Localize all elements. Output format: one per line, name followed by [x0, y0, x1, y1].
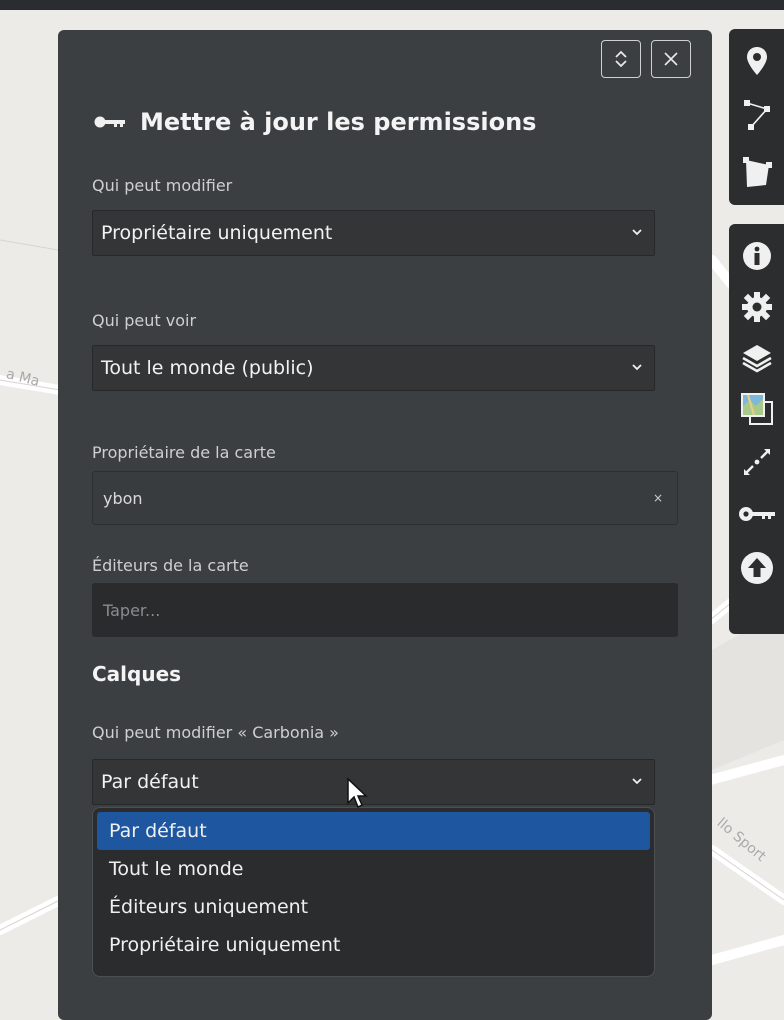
view-permission-label: Qui peut voir	[92, 311, 197, 330]
polyline-icon	[743, 100, 770, 130]
key-icon	[94, 116, 125, 128]
expand-button[interactable]	[601, 40, 641, 78]
dropdown-option[interactable]: Propriétaire uniquement	[97, 926, 650, 964]
draw-polyline-button[interactable]	[729, 93, 784, 137]
editors-placeholder: Taper...	[103, 600, 161, 620]
marker-icon	[746, 47, 767, 75]
edit-permission-select[interactable]: Propriétaire uniquement	[92, 210, 655, 256]
clear-owner-button[interactable]: ×	[653, 491, 663, 505]
layer-permission-dropdown: Par défaut Tout le monde Éditeurs unique…	[92, 807, 655, 977]
dropdown-option[interactable]: Éditeurs uniquement	[97, 888, 650, 926]
upload-icon	[740, 552, 773, 584]
edit-permission-label: Qui peut modifier	[92, 176, 233, 195]
panel-header: Mettre à jour les permissions	[94, 108, 536, 136]
view-permission-select[interactable]: Tout le monde (public)	[92, 345, 655, 391]
editors-label: Éditeurs de la carte	[92, 556, 249, 575]
info-button[interactable]	[729, 234, 784, 278]
settings-button[interactable]	[729, 285, 784, 329]
tilelayer-icon	[740, 393, 773, 425]
owner-field[interactable]: ybon ×	[92, 471, 678, 525]
chevron-down-icon	[632, 229, 642, 236]
mouse-cursor-icon	[347, 777, 368, 809]
center-icon	[743, 449, 770, 475]
draw-marker-button[interactable]	[729, 39, 784, 83]
view-permission-value: Tout le monde (public)	[101, 357, 314, 379]
info-icon	[742, 242, 771, 270]
close-icon	[664, 52, 678, 66]
panel-title: Mettre à jour les permissions	[140, 108, 537, 136]
layer-permission-value: Par défaut	[101, 771, 199, 793]
polygon-icon	[742, 157, 772, 187]
editors-field[interactable]: Taper...	[92, 583, 678, 637]
top-bar	[0, 0, 784, 10]
permissions-panel: Mettre à jour les permissions Qui peut m…	[58, 30, 712, 1020]
chevron-down-icon	[632, 364, 642, 371]
draw-toolbar	[729, 29, 784, 205]
permissions-icon	[738, 507, 775, 521]
owner-label: Propriétaire de la carte	[92, 443, 276, 462]
layer-permission-select[interactable]: Par défaut	[92, 759, 655, 805]
tilelayer-button[interactable]	[729, 386, 784, 432]
permissions-button[interactable]	[729, 492, 784, 536]
close-button[interactable]	[651, 40, 691, 78]
layers-heading: Calques	[92, 662, 182, 686]
settings-toolbar	[729, 224, 784, 634]
dropdown-option[interactable]: Tout le monde	[97, 850, 650, 888]
expand-icon	[615, 50, 627, 68]
gear-icon	[741, 292, 772, 322]
owner-value: ybon	[103, 488, 143, 508]
upload-button[interactable]	[729, 546, 784, 590]
layers-icon	[741, 345, 772, 373]
dropdown-option[interactable]: Par défaut	[97, 812, 650, 850]
draw-polygon-button[interactable]	[729, 151, 784, 195]
chevron-down-icon	[632, 778, 642, 785]
layer-permission-label: Qui peut modifier « Carbonia »	[92, 723, 339, 742]
edit-permission-value: Propriétaire uniquement	[101, 222, 333, 244]
center-map-button[interactable]	[729, 440, 784, 484]
layers-button[interactable]	[729, 336, 784, 380]
